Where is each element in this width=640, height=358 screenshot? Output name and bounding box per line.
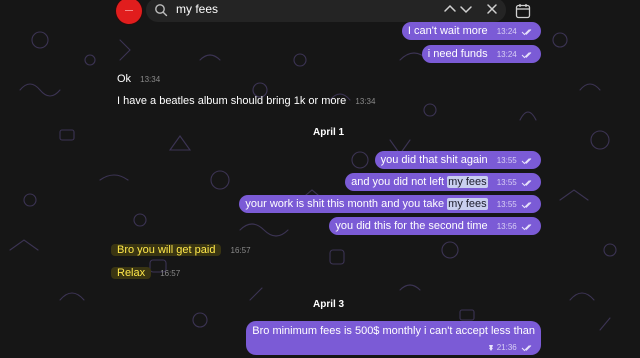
message-text: your work is shit this month and you tak… [245,198,448,210]
message-time: 13:55 [496,200,517,209]
message-time: 16:57 [230,246,251,255]
message-incoming[interactable]: I have a beatles album should bring 1k o… [117,92,375,110]
double-check-icon [521,180,532,187]
message-text: i need funds [427,48,488,60]
date-separator: April 3 [313,299,345,310]
message-time: 13:34 [355,97,376,106]
message-outgoing[interactable]: your work is shit this month and you tak… [239,195,541,213]
message-text: you did that shit again [380,154,488,166]
message-text: Ok [117,73,132,85]
message-incoming[interactable]: Bro you will get paid 16:57 [111,241,251,259]
message-text: Bro you will get paid [111,244,222,256]
message-time: 21:36 [496,343,517,352]
chat-header: my fees [0,0,640,24]
message-outgoing[interactable]: you did this for the second time 13:56 [329,217,541,235]
message-outgoing[interactable]: you did that shit again 13:55 [374,151,541,169]
message-time: 13:56 [496,222,517,231]
message-text: Relax [111,267,152,279]
close-icon[interactable] [484,1,500,17]
message-time: 13:24 [496,27,517,36]
message-outgoing[interactable]: i need funds 13:24 [421,45,541,63]
double-check-icon [521,158,532,165]
search-highlight: my fees [447,176,488,188]
message-text: and you did not left [351,176,448,188]
avatar[interactable] [116,0,142,24]
date-separator: April 1 [313,127,345,138]
message-outgoing[interactable]: and you did not left my fees 13:55 [345,173,541,191]
search-icon [155,4,168,17]
message-time: 13:55 [496,178,517,187]
double-check-icon [521,345,532,352]
search-highlight: my fees [447,198,488,210]
message-outgoing[interactable]: Bro minimum fees is 500$ monthly i can't… [246,321,541,355]
chevron-up-icon[interactable] [442,1,458,17]
message-time: 13:55 [496,156,517,165]
calendar-icon[interactable] [514,2,532,20]
message-text: you did this for the second time [335,220,488,232]
message-incoming[interactable]: Ok 13:34 [117,70,160,88]
message-time: 13:24 [496,50,517,59]
message-incoming[interactable]: Relax 16:57 [111,264,180,282]
message-time: 16:57 [160,269,181,278]
chevron-down-icon[interactable] [458,1,474,17]
message-text: I can't wait more [407,25,488,37]
double-check-icon [521,29,532,36]
pin-icon [488,344,493,351]
double-check-icon [521,202,532,209]
double-check-icon [521,224,532,231]
message-outgoing[interactable]: I can't wait more 13:24 [401,22,541,40]
message-text: Bro minimum fees is 500$ monthly i can't… [252,325,535,337]
search-query: my fees [176,2,219,16]
message-text: I have a beatles album should bring 1k o… [117,95,347,107]
message-time: 13:34 [140,75,161,84]
search-input[interactable]: my fees [146,0,506,22]
double-check-icon [521,52,532,59]
